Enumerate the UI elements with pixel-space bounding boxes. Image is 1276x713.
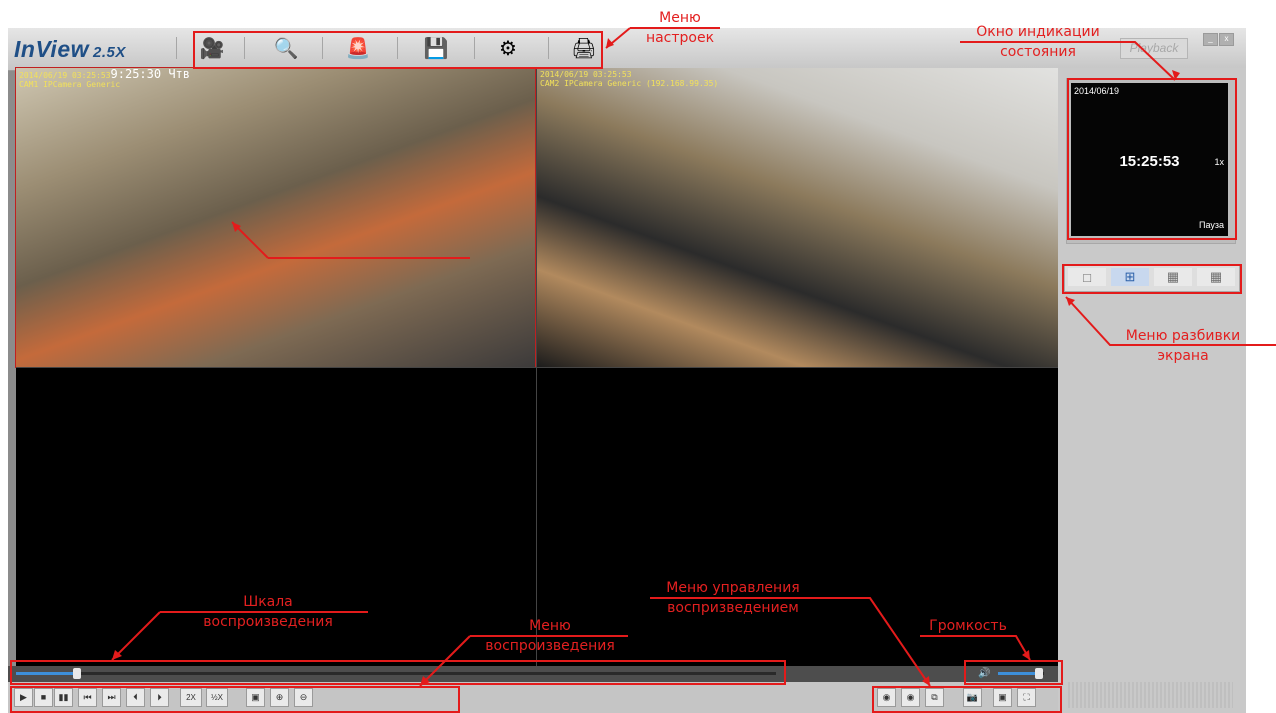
timeline-fill	[16, 672, 77, 675]
timeline-slider[interactable]	[16, 668, 776, 679]
resize-grip	[1068, 682, 1233, 708]
timeline-bar: 🔊	[8, 666, 1058, 682]
annotation-split-menu: Меню разбивки экрана	[1125, 328, 1241, 364]
speed-half-button[interactable]: ½X	[206, 688, 228, 707]
camera-record-icon[interactable]: 🎥	[192, 33, 232, 63]
status-date: 2014/06/19	[1074, 86, 1120, 96]
annotation-timeline: Шкала воспроизведения	[203, 594, 333, 630]
speaker-icon[interactable]: 🔊	[978, 668, 990, 679]
annotation-status-window: Окно индикации состояния	[976, 24, 1100, 60]
status-window: 2014/06/19 15:25:53 1x Пауза	[1066, 78, 1236, 244]
app-logo: InView 2.5X	[14, 36, 126, 62]
volume-thumb[interactable]	[1035, 668, 1044, 679]
camera-label-1: CAM1 IPCamera Generic	[19, 80, 121, 89]
split-screen-menu: □ ⊞ ▦ ▦	[1064, 264, 1240, 292]
toolbar-divider	[548, 37, 549, 59]
zoom-out-button[interactable]: ⊖	[294, 688, 313, 707]
playback-controls: ▶ ■ ▮▮ ⏮ ⏭ ⏴ ⏵ 2X ½X ▣ ⊕ ⊖ ◉ ◉ ⧉ 📷 ▣ ⛶	[8, 682, 1058, 713]
layout-4-icon[interactable]: ⊞	[1111, 268, 1149, 286]
camera-view-2[interactable]: 2014/06/19 03:25:53 CAM2 IPCamera Generi…	[537, 68, 1058, 367]
toolbar-divider	[322, 37, 323, 59]
annotation-playback-menu: Меню воспроизведения	[485, 618, 615, 654]
ptz-pin-2-button[interactable]: ◉	[901, 688, 920, 707]
camera-view-1[interactable]: 2014/06/19 03:25:539:25:30 Чтв CAM1 IPCa…	[15, 67, 536, 368]
ptz-window-button[interactable]: ⧉	[925, 688, 944, 707]
frame-forward-button[interactable]: ⏵	[150, 688, 169, 707]
toolbar-divider	[244, 37, 245, 59]
annotation-settings-menu: Меню настроек	[645, 10, 715, 46]
right-panel: 2014/06/19 15:25:53 1x Пауза □ ⊞ ▦ ▦	[1058, 68, 1246, 713]
alarm-icon[interactable]: 🚨	[338, 33, 378, 63]
settings-monitor-icon[interactable]: ⚙	[488, 33, 528, 63]
volume-fill	[998, 672, 1040, 675]
toolbar-divider	[397, 37, 398, 59]
speed-2x-button[interactable]: 2X	[180, 688, 202, 707]
minimize-icon[interactable]: _	[1203, 33, 1218, 46]
toolbar-divider	[176, 37, 177, 59]
play-button[interactable]: ▶	[14, 688, 33, 707]
record-button[interactable]: ▣	[993, 688, 1012, 707]
stop-button[interactable]: ■	[34, 688, 53, 707]
close-icon[interactable]: x	[1219, 33, 1234, 46]
skip-start-button[interactable]: ⏮	[78, 688, 97, 707]
printer-icon[interactable]: 🖨	[564, 33, 604, 63]
timeline-thumb[interactable]	[72, 668, 81, 679]
status-speed: 1x	[1214, 157, 1224, 167]
snapshot-image-button[interactable]: ▣	[246, 688, 265, 707]
database-backup-icon[interactable]: 💾	[416, 33, 456, 63]
search-video-icon[interactable]: 🔍	[266, 33, 306, 63]
playback-button[interactable]: Playback	[1120, 38, 1188, 59]
fullscreen-button[interactable]: ⛶	[1017, 688, 1036, 707]
volume-slider[interactable]	[998, 668, 1044, 679]
layout-16-icon[interactable]: ▦	[1197, 268, 1235, 286]
camera-snapshot-button[interactable]: 📷	[963, 688, 982, 707]
annotation-playback-control: Меню управления воспризведением	[666, 580, 800, 616]
camera-label-2: CAM2 IPCamera Generic (192.168.99.35)	[540, 79, 719, 88]
pause-button[interactable]: ▮▮	[54, 688, 73, 707]
ptz-pin-button[interactable]: ◉	[877, 688, 896, 707]
layout-9-icon[interactable]: ▦	[1154, 268, 1192, 286]
camera-osd-1: 2014/06/19 03:25:539:25:30 Чтв CAM1 IPCa…	[19, 68, 190, 89]
app-version: 2.5X	[93, 44, 126, 61]
camera-osd-2: 2014/06/19 03:25:53 CAM2 IPCamera Generi…	[540, 70, 719, 88]
status-state: Пауза	[1198, 220, 1224, 230]
frame-back-button[interactable]: ⏴	[126, 688, 145, 707]
status-time: 15:25:53	[1119, 153, 1180, 170]
layout-1-icon[interactable]: □	[1068, 268, 1106, 286]
toolbar-divider	[474, 37, 475, 59]
status-screen: 2014/06/19 15:25:53 1x Пауза	[1071, 83, 1228, 236]
zoom-in-button[interactable]: ⊕	[270, 688, 289, 707]
skip-end-button[interactable]: ⏭	[102, 688, 121, 707]
video-grid: 2014/06/19 03:25:539:25:30 Чтв CAM1 IPCa…	[15, 67, 1058, 666]
annotation-volume: Громкость	[929, 618, 1007, 634]
camera-clock-1: 9:25:30 Чтв	[110, 68, 190, 81]
